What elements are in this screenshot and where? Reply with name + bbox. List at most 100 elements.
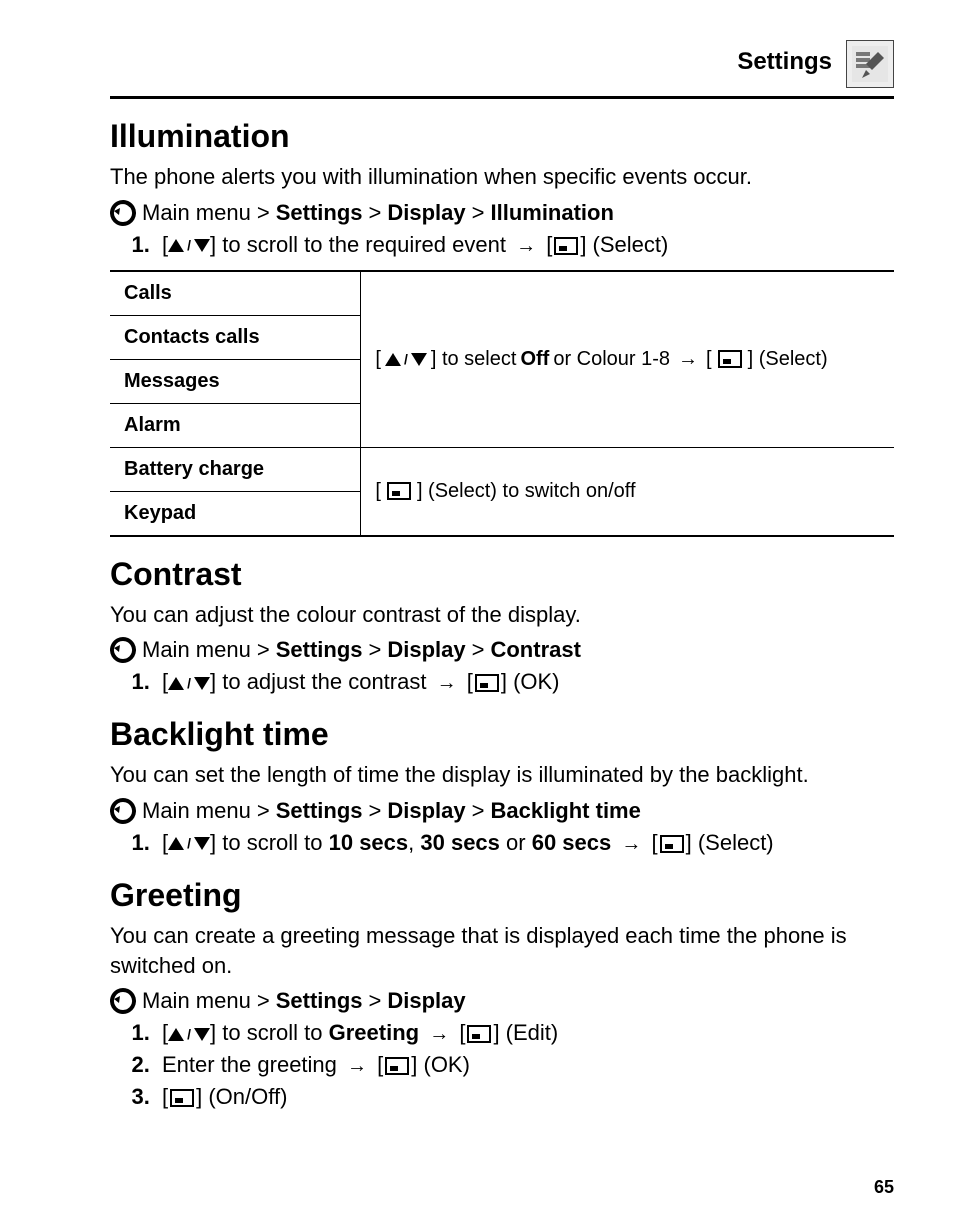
- nav-p1: Settings: [276, 986, 363, 1016]
- nav-p1: Settings: [276, 635, 363, 665]
- off-label: Off: [520, 346, 549, 373]
- opt-60: 60 secs: [532, 830, 612, 855]
- text: ] (Select) to switch on/off: [417, 478, 636, 505]
- softkey-icon: [387, 482, 411, 500]
- text: or: [500, 830, 532, 855]
- breadcrumb-contrast: Main menu > Settings > Display > Contras…: [110, 635, 894, 665]
- text: [: [162, 1084, 168, 1109]
- text: ] to scroll to: [210, 830, 329, 855]
- steps-backlight: [/] to scroll to 10 secs, 30 secs or 60 …: [128, 828, 894, 858]
- softkey-icon: [475, 674, 499, 692]
- text: Enter the greeting: [162, 1052, 343, 1077]
- tools-icon: [852, 46, 888, 82]
- page-header: Settings: [110, 40, 894, 88]
- lead-illumination: The phone alerts you with illumination w…: [110, 162, 894, 192]
- text: [: [467, 669, 473, 694]
- gt: >: [369, 635, 382, 665]
- step-3: [] (On/Off): [156, 1082, 894, 1112]
- page-number: 65: [874, 1175, 894, 1199]
- up-down-key-icon: /: [385, 350, 427, 369]
- text: ] to select: [431, 346, 517, 373]
- nav-arrow-icon: [110, 988, 136, 1014]
- breadcrumb-greeting: Main menu > Settings > Display: [110, 986, 894, 1016]
- step-1: [/] to scroll to Greeting → [] (Edit): [156, 1018, 894, 1048]
- heading-backlight: Backlight time: [110, 713, 894, 756]
- nav-p3: Backlight time: [490, 796, 640, 826]
- nav-root: Main menu: [142, 198, 251, 228]
- arrow-right-icon: →: [621, 831, 641, 858]
- nav-p1: Settings: [276, 198, 363, 228]
- up-down-key-icon: /: [168, 674, 210, 693]
- nav-p2: Display: [387, 635, 465, 665]
- softkey-icon: [660, 835, 684, 853]
- text: [: [459, 1020, 465, 1045]
- header-rule: [110, 96, 894, 99]
- text: ] to scroll to the required event: [210, 232, 512, 257]
- lead-contrast: You can adjust the colour contrast of th…: [110, 600, 894, 630]
- step-1: [/] to scroll to the required event → []…: [156, 230, 894, 260]
- nav-root: Main menu: [142, 986, 251, 1016]
- event-name: Calls: [110, 271, 361, 316]
- text: [: [706, 346, 712, 373]
- table-row: Battery charge [] (Select) to switch on/…: [110, 447, 894, 491]
- text: [: [546, 232, 552, 257]
- header-section-label: Settings: [737, 46, 832, 88]
- event-name: Contacts calls: [110, 315, 361, 359]
- gt: >: [257, 986, 270, 1016]
- heading-illumination: Illumination: [110, 115, 894, 158]
- text: or Colour 1-8: [553, 346, 670, 373]
- nav-arrow-icon: [110, 637, 136, 663]
- gt: >: [257, 198, 270, 228]
- softkey-icon: [467, 1025, 491, 1043]
- event-name: Alarm: [110, 403, 361, 447]
- gt: >: [369, 986, 382, 1016]
- step-2: Enter the greeting → [ ] (OK): [156, 1050, 894, 1080]
- steps-contrast: [/] to adjust the contrast → [] (OK): [128, 667, 894, 697]
- text: ] (Select): [580, 232, 668, 257]
- text: ] to adjust the contrast: [210, 669, 433, 694]
- text: ,: [408, 830, 420, 855]
- nav-root: Main menu: [142, 635, 251, 665]
- steps-greeting: [/] to scroll to Greeting → [] (Edit) En…: [128, 1018, 894, 1112]
- nav-p2: Display: [387, 986, 465, 1016]
- table-row: Calls [/] to select Off or Colour 1-8 → …: [110, 271, 894, 316]
- nav-p3: Contrast: [490, 635, 580, 665]
- step-1: [/] to adjust the contrast → [] (OK): [156, 667, 894, 697]
- gt: >: [369, 796, 382, 826]
- event-name: Messages: [110, 359, 361, 403]
- text: [: [375, 478, 381, 505]
- settings-tools-icon: [846, 40, 894, 88]
- text: [: [377, 1052, 383, 1077]
- nav-arrow-icon: [110, 200, 136, 226]
- gt: >: [472, 796, 485, 826]
- opt-10: 10 secs: [329, 830, 409, 855]
- text: ] (Select): [686, 830, 774, 855]
- arrow-right-icon: →: [437, 670, 457, 697]
- text: ] (OK): [411, 1052, 470, 1077]
- text: ] (Edit): [493, 1020, 558, 1045]
- nav-arrow-icon: [110, 798, 136, 824]
- gt: >: [369, 198, 382, 228]
- breadcrumb-backlight: Main menu > Settings > Display > Backlig…: [110, 796, 894, 826]
- heading-contrast: Contrast: [110, 553, 894, 596]
- greeting-target: Greeting: [329, 1020, 419, 1045]
- nav-p2: Display: [387, 198, 465, 228]
- nav-root: Main menu: [142, 796, 251, 826]
- softkey-icon: [718, 350, 742, 368]
- arrow-right-icon: →: [678, 346, 698, 373]
- breadcrumb-illumination: Main menu > Settings > Display > Illumin…: [110, 198, 894, 228]
- gt: >: [257, 635, 270, 665]
- event-name: Battery charge: [110, 447, 361, 491]
- steps-illumination: [/] to scroll to the required event → []…: [128, 230, 894, 260]
- gt: >: [472, 635, 485, 665]
- text: ] (OK): [501, 669, 560, 694]
- softkey-icon: [385, 1057, 409, 1075]
- softkey-icon: [170, 1089, 194, 1107]
- up-down-key-icon: /: [168, 236, 210, 255]
- lead-greeting: You can create a greeting message that i…: [110, 921, 894, 980]
- nav-p3: Illumination: [490, 198, 613, 228]
- arrow-right-icon: →: [347, 1053, 367, 1080]
- gt: >: [257, 796, 270, 826]
- illumination-events-table: Calls [/] to select Off or Colour 1-8 → …: [110, 270, 894, 537]
- arrow-right-icon: →: [516, 233, 536, 260]
